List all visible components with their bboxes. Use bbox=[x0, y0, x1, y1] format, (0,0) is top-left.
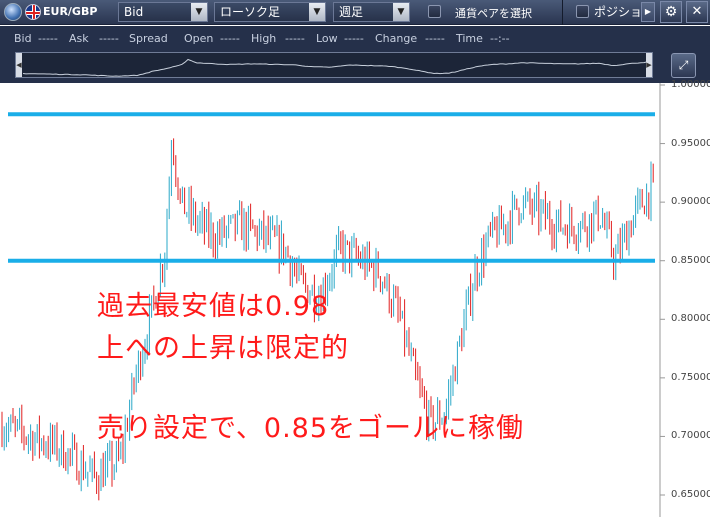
chevron-down-icon[interactable]: ▼ bbox=[393, 3, 409, 21]
bid-value: ----- bbox=[38, 32, 58, 45]
period-value: 週足 bbox=[339, 5, 364, 19]
ask-value: ----- bbox=[99, 32, 119, 45]
uk-flag-icon bbox=[25, 4, 41, 20]
open-value: ----- bbox=[220, 32, 240, 45]
y-tick-label: 1.00000 bbox=[671, 79, 710, 90]
expand-arrow-button[interactable]: ▶ bbox=[641, 2, 655, 22]
navigator-overview-line bbox=[23, 58, 647, 77]
annotation-line-2: 上への上昇は限定的 bbox=[97, 333, 349, 364]
change-label: Change bbox=[375, 32, 418, 45]
range-navigator[interactable]: ◀ ▶ bbox=[15, 52, 653, 78]
navigator-area: ◀ ▶ ⤢ bbox=[0, 50, 710, 83]
period-select[interactable]: 週足 ▼ bbox=[333, 2, 410, 22]
close-icon[interactable]: ✕ bbox=[686, 1, 708, 23]
lock-scale-button[interactable]: ⤢ bbox=[671, 53, 696, 78]
chart-toolbar: EUR/GBP Bid ▼ ローソク足 ▼ 週足 ▼ 通貨ペアを選択 ポジショ … bbox=[0, 0, 710, 25]
navigator-line bbox=[23, 58, 647, 77]
low-label: Low bbox=[316, 32, 338, 45]
select-pair-checkbox[interactable] bbox=[428, 5, 441, 18]
position-checkbox[interactable] bbox=[576, 5, 589, 18]
y-tick-label: 0.80000 bbox=[671, 313, 710, 325]
bid-label: Bid bbox=[14, 32, 32, 45]
candlestick-chart[interactable]: 1.00000 0.95000 0.90000 0.85000 0.80000 0.750… bbox=[0, 79, 710, 517]
annotation-line-1: 過去最安値は0.98 bbox=[97, 291, 330, 322]
high-value: ----- bbox=[285, 32, 305, 45]
change-value: ----- bbox=[425, 32, 445, 45]
select-pair-label: 通貨ペアを選択 bbox=[455, 7, 532, 20]
y-tick-label: 0.65000 bbox=[671, 489, 710, 500]
y-tick-label: 0.95000 bbox=[671, 137, 710, 149]
position-label: ポジショ bbox=[594, 5, 643, 19]
spread-label: Spread bbox=[129, 32, 168, 45]
chevron-down-icon[interactable]: ▼ bbox=[309, 3, 325, 21]
gear-icon[interactable]: ⚙ bbox=[660, 1, 682, 23]
toolbar-divider bbox=[562, 0, 563, 25]
ask-label: Ask bbox=[69, 32, 89, 45]
chart-type-select[interactable]: ローソク足 ▼ bbox=[214, 2, 326, 22]
time-label: Time bbox=[456, 32, 483, 45]
y-tick-label: 0.75000 bbox=[671, 371, 710, 383]
low-value: ----- bbox=[344, 32, 364, 45]
high-label: High bbox=[251, 32, 277, 45]
y-tick-label: 0.85000 bbox=[671, 254, 710, 266]
price-type-value: Bid bbox=[124, 5, 144, 19]
y-tick-label: 0.90000 bbox=[671, 196, 710, 208]
chart-type-value: ローソク足 bbox=[220, 5, 281, 19]
annotation-line-3: 売り設定で、0.85をゴールに稼働 bbox=[97, 413, 525, 444]
y-tick-label: 0.70000 bbox=[671, 430, 710, 442]
chevron-down-icon[interactable]: ▼ bbox=[191, 3, 207, 21]
currency-pair-label[interactable]: EUR/GBP bbox=[43, 5, 97, 25]
globe-icon[interactable] bbox=[4, 3, 22, 21]
time-value: --:-- bbox=[490, 32, 510, 45]
open-label: Open bbox=[184, 32, 214, 45]
navigator-right-handle[interactable]: ▶ bbox=[646, 53, 652, 77]
quote-row: Bid ----- Ask ----- Spread Open ----- Hi… bbox=[0, 26, 710, 50]
navigator-left-handle[interactable]: ◀ bbox=[16, 53, 22, 77]
price-type-select[interactable]: Bid ▼ bbox=[118, 2, 208, 22]
